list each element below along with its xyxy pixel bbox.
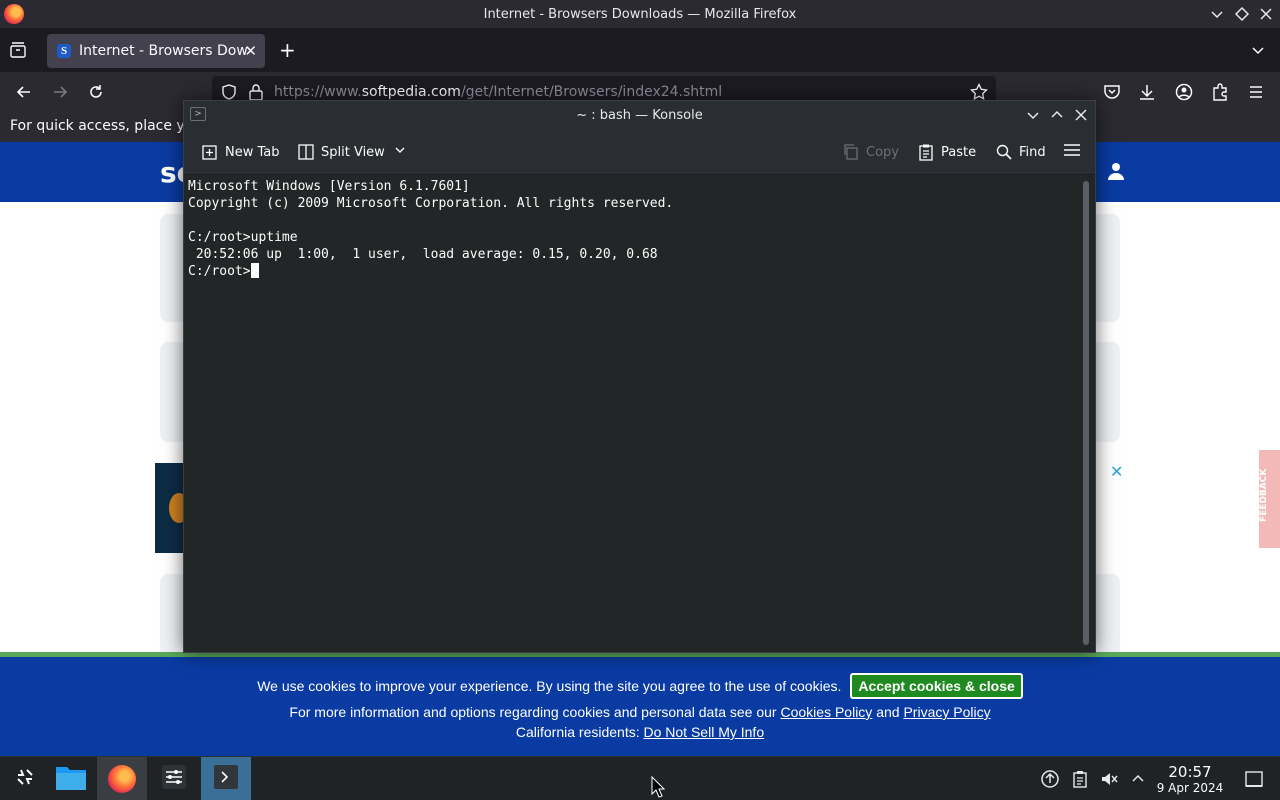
maximize-icon[interactable] xyxy=(1232,4,1252,24)
accept-cookies-button[interactable]: Accept cookies & close xyxy=(850,673,1023,699)
copy-button[interactable]: Copy xyxy=(842,141,899,163)
terminal-scrollbar[interactable] xyxy=(1083,181,1089,645)
mouse-pointer-icon xyxy=(651,775,666,798)
terminal-line: Microsoft Windows [Version 6.1.7601] xyxy=(188,179,470,194)
california-text: California residents: xyxy=(515,724,640,740)
hamburger-menu-icon xyxy=(1062,141,1082,163)
tab-close-icon[interactable]: ✕ xyxy=(244,42,257,60)
firefox-task[interactable] xyxy=(97,757,147,800)
split-view-button[interactable]: Split View xyxy=(297,141,407,163)
tab-manager-icon[interactable] xyxy=(8,40,28,60)
copy-label: Copy xyxy=(866,144,899,160)
application-launcher-button[interactable] xyxy=(0,757,50,800)
list-all-tabs-icon[interactable] xyxy=(1248,40,1268,64)
split-view-label: Split View xyxy=(321,144,385,160)
show-desktop-icon[interactable] xyxy=(1244,769,1264,789)
reload-icon[interactable] xyxy=(86,82,106,102)
pocket-icon[interactable] xyxy=(1102,82,1122,102)
back-arrow-icon[interactable] xyxy=(14,82,34,102)
paste-label: Paste xyxy=(941,144,977,160)
konsole-toolbar: New Tab Split View Copy Paste Find xyxy=(184,129,1095,175)
terminal-output[interactable]: Microsoft Windows [Version 6.1.7601] Cop… xyxy=(184,176,1080,652)
terminal-line: Copyright (c) 2009 Microsoft Corporation… xyxy=(188,196,674,211)
konsole-window[interactable]: > ~ : bash — Konsole New Tab Split View xyxy=(183,100,1096,653)
url-text: https://www.softpedia.com/get/Internet/B… xyxy=(274,84,723,100)
terminal-cursor xyxy=(250,263,259,278)
tab-title: Internet - Browsers Downloads xyxy=(79,43,247,59)
downloads-icon[interactable] xyxy=(1137,82,1157,102)
firefox-window-title: Internet - Browsers Downloads — Mozilla … xyxy=(483,6,797,22)
new-tab-plus-icon[interactable]: + xyxy=(279,38,296,62)
clock-date: 9 Apr 2024 xyxy=(1156,781,1224,795)
firefox-icon xyxy=(108,765,136,793)
system-settings-task[interactable] xyxy=(149,757,199,800)
terminal-prompt-line[interactable]: C:/root> xyxy=(188,263,1076,280)
cookies-policy-link[interactable]: Cookies Policy xyxy=(780,704,872,720)
new-tab-label: New Tab xyxy=(225,144,280,160)
konsole-task[interactable] xyxy=(201,757,251,800)
terminal-line: 20:52:06 up 1:00, 1 user, load average: … xyxy=(188,247,658,262)
split-view-chevron-down-icon[interactable] xyxy=(393,143,407,161)
konsole-minimize-icon[interactable] xyxy=(1023,105,1043,125)
forward-arrow-icon[interactable] xyxy=(50,82,70,102)
softpedia-favicon-icon: S xyxy=(57,44,71,58)
find-button[interactable]: Find xyxy=(995,141,1046,163)
konsole-window-title: ~ : bash — Konsole xyxy=(576,107,703,123)
browser-tab-active[interactable]: S Internet - Browsers Downloads ✕ xyxy=(47,34,265,68)
privacy-policy-link[interactable]: Privacy Policy xyxy=(903,704,990,720)
folder-icon xyxy=(55,763,87,795)
feedback-tab[interactable]: FEEDBACK xyxy=(1259,450,1280,548)
clock[interactable]: 20:57 9 Apr 2024 xyxy=(1156,763,1224,796)
hamburger-menu-icon[interactable] xyxy=(1246,82,1266,102)
launcher-icon xyxy=(13,765,37,793)
new-tab-button[interactable]: New Tab xyxy=(201,141,280,163)
taskbar: 20:57 9 Apr 2024 xyxy=(0,756,1280,800)
konsole-maximize-icon[interactable] xyxy=(1047,105,1067,125)
show-hidden-icons-chevron-up-icon[interactable] xyxy=(1128,769,1148,789)
extensions-icon[interactable] xyxy=(1210,82,1230,102)
volume-muted-icon[interactable] xyxy=(1099,769,1119,789)
user-icon[interactable] xyxy=(1108,162,1124,180)
firefox-logo-icon xyxy=(4,4,24,24)
do-not-sell-link[interactable]: Do Not Sell My Info xyxy=(644,724,765,740)
file-manager-task[interactable] xyxy=(46,757,96,800)
firefox-titlebar: Internet - Browsers Downloads — Mozilla … xyxy=(0,0,1280,28)
konsole-app-icon[interactable]: > xyxy=(190,107,206,121)
new-tab-icon xyxy=(201,143,219,161)
copy-icon xyxy=(842,143,860,161)
konsole-titlebar[interactable]: > ~ : bash — Konsole xyxy=(184,101,1095,129)
advertisement-banner[interactable] xyxy=(155,463,189,553)
search-icon xyxy=(995,143,1013,161)
close-window-icon[interactable] xyxy=(1256,4,1276,24)
konsole-close-icon[interactable] xyxy=(1071,105,1091,125)
paste-icon xyxy=(917,143,935,161)
settings-sliders-icon xyxy=(160,763,188,795)
cookie-message: We use cookies to improve your experienc… xyxy=(257,678,842,694)
bookmarks-hint-text: For quick access, place yo xyxy=(10,118,194,134)
find-label: Find xyxy=(1019,144,1046,160)
minimize-icon[interactable] xyxy=(1207,4,1227,24)
konsole-menu-button[interactable] xyxy=(1062,141,1082,163)
terminal-prompt: C:/root> xyxy=(188,264,251,279)
paste-button[interactable]: Paste xyxy=(917,141,976,163)
clipboard-icon[interactable] xyxy=(1070,769,1090,789)
cookie-info-text: For more information and options regardi… xyxy=(289,704,777,720)
cookie-consent-bar: We use cookies to improve your experienc… xyxy=(0,657,1280,756)
ad-close-icon[interactable]: ✕ xyxy=(1110,462,1123,481)
terminal-line: C:/root>uptime xyxy=(188,230,298,245)
firefox-tabbar: S Internet - Browsers Downloads ✕ + xyxy=(0,28,1280,72)
update-notifier-icon[interactable] xyxy=(1040,769,1060,789)
and-text: and xyxy=(876,704,900,720)
konsole-icon xyxy=(212,763,240,795)
account-icon[interactable] xyxy=(1174,82,1194,102)
split-view-icon xyxy=(297,143,315,161)
clock-time: 20:57 xyxy=(1168,763,1212,781)
